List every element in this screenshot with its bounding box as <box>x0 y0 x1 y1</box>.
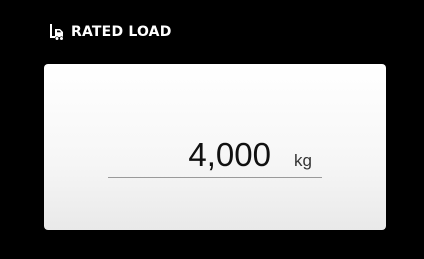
rated-load-unit: kg <box>294 151 312 170</box>
rated-load-panel: RATED LOAD 4,000 kg <box>0 0 424 259</box>
panel-title: RATED LOAD <box>71 24 172 40</box>
rated-load-value: 4,000 <box>188 136 271 173</box>
rated-load-card: 4,000 kg <box>44 64 386 230</box>
forklift-icon <box>48 23 66 41</box>
panel-header: RATED LOAD <box>48 22 172 42</box>
rated-load-field: 4,000 kg <box>108 137 322 178</box>
